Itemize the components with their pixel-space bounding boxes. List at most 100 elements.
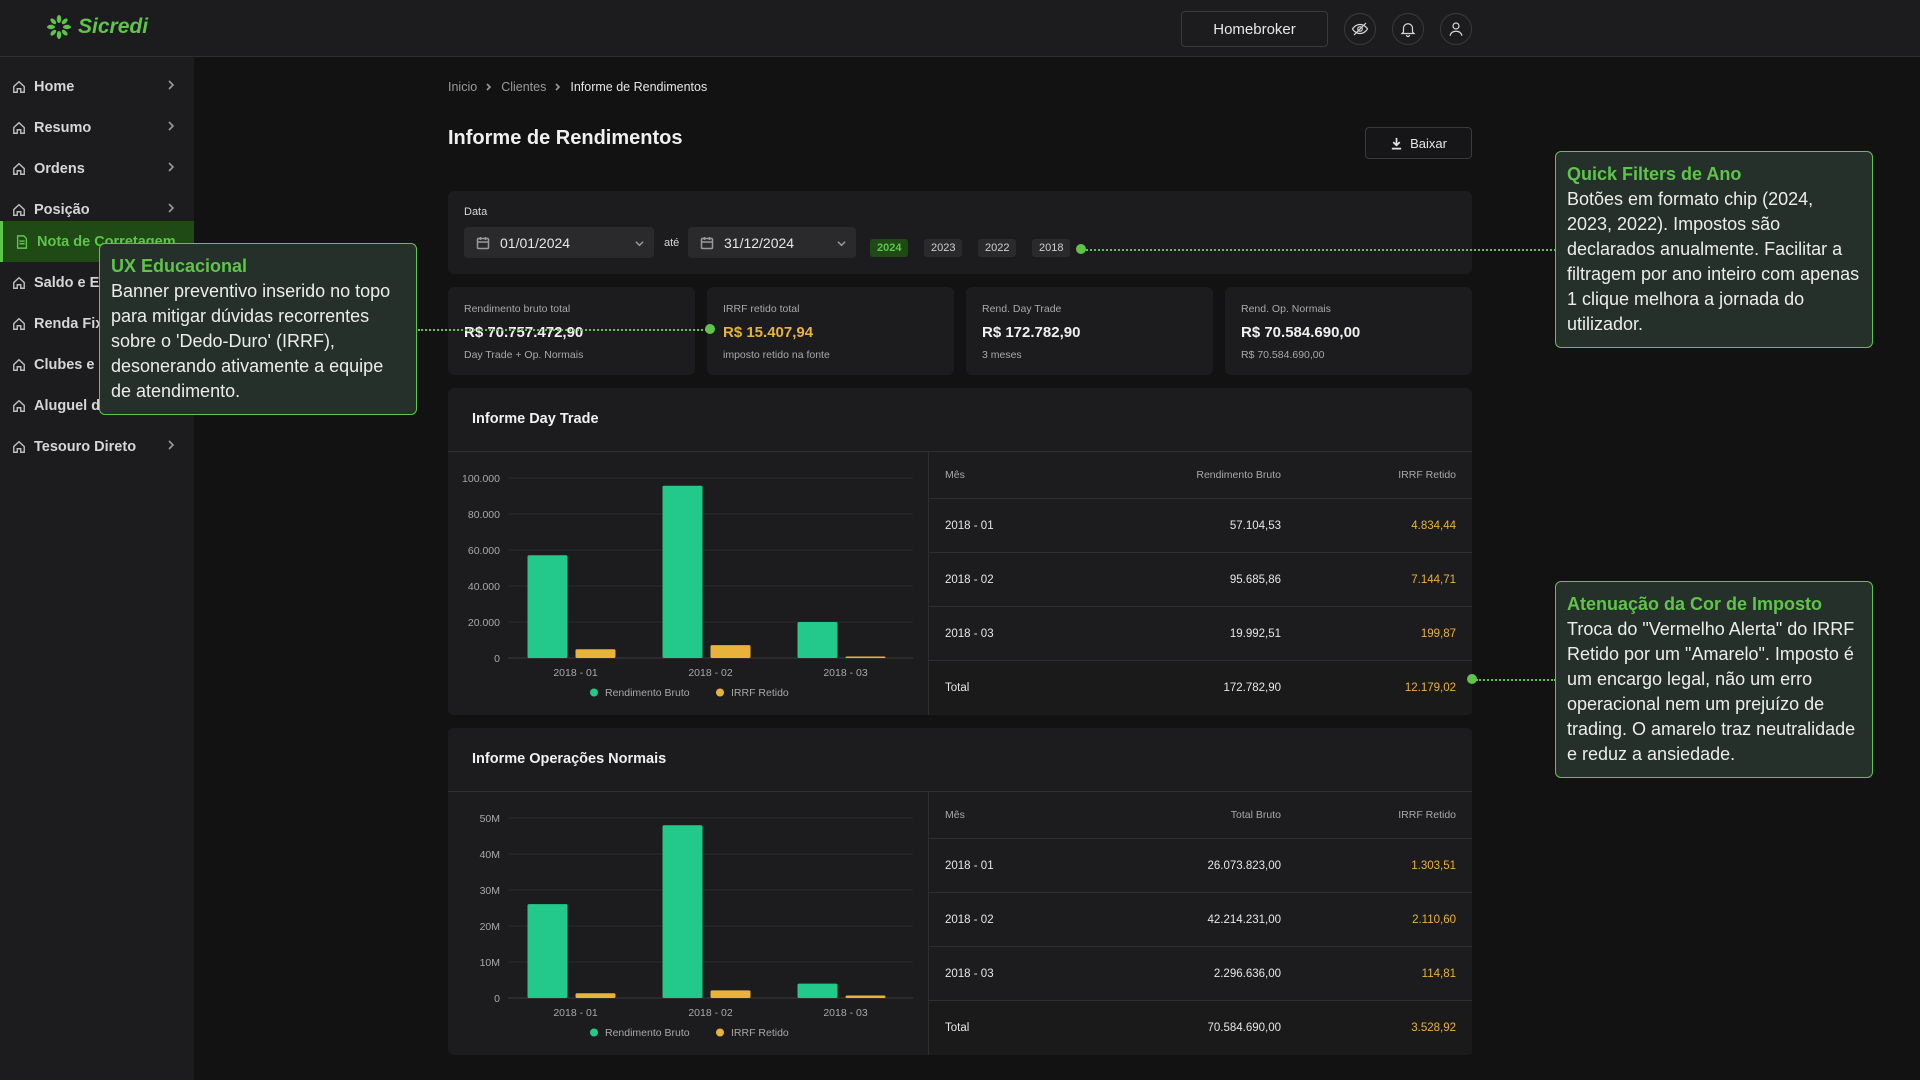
calendar-icon xyxy=(476,236,490,249)
sidebar-item-label: Home xyxy=(34,78,75,95)
kpi-value: R$ 70.584.690,00 xyxy=(1241,324,1361,341)
operacoes-normais-chart: 0 10M 20M 30M 40M 50M 2018 - 01 2018 - 02 2018 -… xyxy=(448,792,928,1055)
sidebar-item-label: Ordens xyxy=(34,160,85,177)
document-icon xyxy=(16,234,28,249)
annotation-cor-imposto: Atenuação da Cor de Imposto Troca do "Ve… xyxy=(1555,581,1873,778)
homebroker-button[interactable]: Homebroker xyxy=(1181,11,1328,47)
y-tick-label: 0 xyxy=(494,653,500,665)
cell-mes: 2018 - 03 xyxy=(945,967,994,980)
year-chip-2022[interactable]: 2022 xyxy=(978,239,1017,257)
date-filter-panel: Data 01/01/2024 até 31/12/2024 2024 2023… xyxy=(448,191,1472,274)
end-date-value: 31/12/2024 xyxy=(724,234,795,251)
table-header: Mês Rendimento Bruto IRRF Retido xyxy=(929,452,1472,498)
legend-label: Rendimento Bruto xyxy=(605,1027,690,1039)
x-tick-label: 2018 - 01 xyxy=(553,1007,598,1019)
kpi-label: Rendimento bruto total xyxy=(464,303,571,315)
hide-values-button[interactable] xyxy=(1344,13,1376,45)
bar-irrf-retido xyxy=(710,990,751,998)
download-button[interactable]: Baixar xyxy=(1365,127,1472,159)
y-tick-label: 20M xyxy=(480,921,500,933)
date-filter-label: Data xyxy=(464,206,488,218)
y-tick-label: 0 xyxy=(494,993,500,1005)
y-tick-label: 60.000 xyxy=(468,545,500,557)
sidebar-item-resumo[interactable]: Resumo xyxy=(0,107,194,148)
notifications-button[interactable] xyxy=(1392,13,1424,45)
legend-swatch xyxy=(590,688,598,697)
date-separator: até xyxy=(664,237,680,249)
annotation-body: Banner preventivo inserido no topo para … xyxy=(111,281,391,401)
chevron-right-icon xyxy=(168,80,175,90)
cell-irrf-retido: 2.110,60 xyxy=(1412,913,1456,926)
sidebar-item-label: Clubes e xyxy=(34,356,95,373)
column-header-mes: Mês xyxy=(945,809,965,821)
cell-mes: 2018 - 02 xyxy=(945,573,994,586)
sidebar-item-label: Saldo e E xyxy=(34,274,100,291)
breadcrumb-clientes[interactable]: Clientes xyxy=(501,80,546,94)
operacoes-normais-bar-chart: 0 10M 20M 30M 40M 50M 2018 - 01 2018 - 02 2018 -… xyxy=(480,813,913,1039)
table-row: 2018 - 01 57.104,53 4.834,44 xyxy=(929,498,1472,552)
legend-swatch xyxy=(590,1028,598,1037)
chevron-right-icon xyxy=(168,162,175,172)
x-tick-label: 2018 - 02 xyxy=(688,667,733,679)
sidebar: Home Resumo Ordens Posição Nota de Corre… xyxy=(0,57,194,1080)
kpi-label: Rend. Day Trade xyxy=(982,303,1062,315)
home-icon xyxy=(13,162,25,175)
annotation-marker-quick-filters xyxy=(1076,244,1086,254)
cell-total-bruto: 2.296.636,00 xyxy=(1213,967,1281,980)
column-header-rendimento-bruto: Rendimento Bruto xyxy=(1196,469,1281,481)
bar-irrf-retido xyxy=(575,649,616,658)
start-date-field[interactable]: 01/01/2024 xyxy=(464,227,654,258)
chevron-right-icon xyxy=(168,121,175,131)
x-tick-label: 2018 - 02 xyxy=(688,1007,733,1019)
bar-rendimento-bruto xyxy=(662,485,703,658)
home-icon xyxy=(13,80,25,93)
cell-irrf-retido: 199,87 xyxy=(1420,627,1456,640)
cell-mes: 2018 - 02 xyxy=(945,913,994,926)
cell-irrf-retido: 4.834,44 xyxy=(1411,519,1456,532)
cell-total-bruto: 42.214.231,00 xyxy=(1207,913,1281,926)
user-icon xyxy=(1449,22,1463,36)
sidebar-item-label: Aluguel d xyxy=(34,397,101,414)
brand-logo[interactable]: Sicredi xyxy=(46,14,148,40)
sidebar-item-home[interactable]: Home xyxy=(0,66,194,107)
year-chip-2018[interactable]: 2018 xyxy=(1032,239,1071,257)
sidebar-item-ordens[interactable]: Ordens xyxy=(0,148,194,189)
top-bar: Sicredi Homebroker xyxy=(0,0,1920,57)
table-row: 2018 - 01 26.073.823,00 1.303,51 xyxy=(929,838,1472,892)
cell-rendimento-bruto: 19.992,51 xyxy=(1229,627,1281,640)
kpi-label: Rend. Op. Normais xyxy=(1241,303,1331,315)
kpi-label: IRRF retido total xyxy=(723,303,800,315)
cell-mes: 2018 - 01 xyxy=(945,519,994,532)
year-chip-2023[interactable]: 2023 xyxy=(924,239,963,257)
table-row: 2018 - 03 2.296.636,00 114,81 xyxy=(929,946,1472,1000)
end-date-field[interactable]: 31/12/2024 xyxy=(688,227,856,258)
legend-swatch xyxy=(716,1028,724,1037)
download-icon xyxy=(1391,137,1402,149)
cell-total-bruto: 70.584.690,00 xyxy=(1207,1021,1281,1034)
table-total-row: Total 172.782,90 12.179,02 xyxy=(929,660,1472,714)
annotation-quick-filters: Quick Filters de Ano Botões em formato c… xyxy=(1555,151,1873,348)
operacoes-normais-section: Informe Operações Normais 0 10M 20M 30M 40M 5… xyxy=(448,728,1472,1055)
chevron-down-icon xyxy=(837,241,846,247)
legend-label: Rendimento Bruto xyxy=(605,687,690,699)
kpi-irrf-retido-total: IRRF retido total R$ 15.407,94 imposto r… xyxy=(707,287,954,375)
legend-label: IRRF Retido xyxy=(731,687,789,699)
y-tick-label: 30M xyxy=(480,885,500,897)
annotation-title: UX Educacional xyxy=(111,256,248,276)
brand-name: Sicredi xyxy=(78,15,149,38)
sidebar-item-tesouro-direto[interactable]: Tesouro Direto xyxy=(0,426,194,467)
sidebar-item-label: Resumo xyxy=(34,119,92,136)
chevron-right-icon xyxy=(168,440,175,450)
cell-total-irrf-retido: 12.179,02 xyxy=(1404,681,1456,694)
breadcrumb: Inicio Clientes Informe de Rendimentos xyxy=(448,80,707,94)
y-tick-label: 50M xyxy=(480,813,500,825)
breadcrumb-inicio[interactable]: Inicio xyxy=(448,80,477,94)
eye-off-icon xyxy=(1351,22,1369,36)
kpi-rendimento-bruto-total: Rendimento bruto total R$ 70.757.472,90 … xyxy=(448,287,695,375)
start-date-value: 01/01/2024 xyxy=(500,234,571,251)
year-chip-2024[interactable]: 2024 xyxy=(870,239,909,257)
table-row: 2018 - 03 19.992,51 199,87 xyxy=(929,606,1472,660)
profile-button[interactable] xyxy=(1440,13,1472,45)
y-tick-label: 10M xyxy=(480,957,500,969)
day-trade-section: Informe Day Trade 0 20.000 40.000 60.000 80.… xyxy=(448,388,1472,715)
